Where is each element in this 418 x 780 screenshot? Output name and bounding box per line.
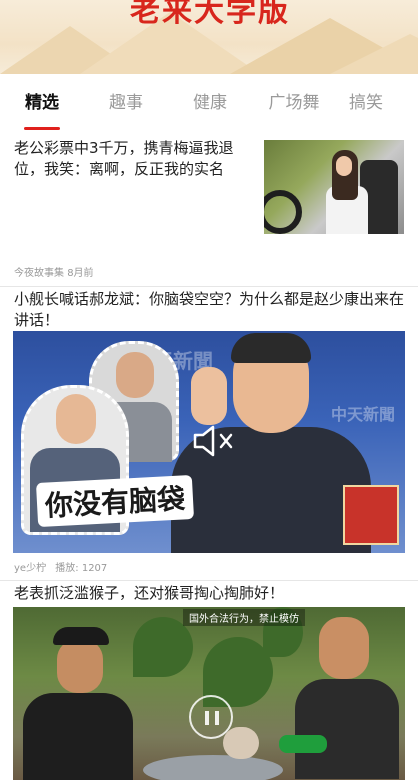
feed-item[interactable]: 小舰长喊话郝龙斌：你脑袋空空？为什么都是赵少康出来在讲话！ 中天新聞 中天新聞 … [0, 287, 418, 581]
man-shirt [295, 679, 399, 779]
tab-funny[interactable]: 搞笑 [336, 74, 396, 132]
speaker-hand [191, 367, 227, 425]
tab-label: 精选 [25, 93, 59, 113]
header-banner: 老来大学版 [0, 0, 418, 74]
monkey [223, 727, 259, 759]
cutout-head [116, 352, 154, 398]
banner-mountain [330, 34, 418, 74]
man-figure [23, 627, 133, 780]
tab-label: 搞笑 [349, 93, 383, 113]
speaker-muted-icon[interactable] [191, 421, 237, 461]
pause-bar [215, 711, 219, 725]
green-glove [279, 735, 327, 753]
video-player[interactable]: 国外合法行为，禁止模仿 [13, 607, 405, 780]
speaker-hair [231, 333, 311, 363]
feed-item-title[interactable]: 老表抓泛滥猴子，还对猴哥掏心掏肺好！ [14, 583, 406, 604]
tab-health[interactable]: 健康 [168, 74, 252, 132]
feed-item[interactable]: 老表抓泛滥猴子，还对猴哥掏心掏肺好！ 国外合法行为，禁止模仿 [0, 581, 418, 780]
video-caption: 你没有脑袋 [35, 474, 195, 528]
steering-wheel [264, 190, 302, 234]
active-tab-indicator [24, 127, 60, 130]
tab-label: 健康 [193, 93, 227, 113]
feed-item-meta: 今夜故事集 8月前 [14, 264, 94, 279]
tab-label: 趣事 [109, 93, 143, 113]
feed-item-title[interactable]: 小舰长喊话郝龙斌：你脑袋空空？为什么都是赵少康出来在讲话！ [14, 289, 406, 331]
feed-item-meta: ye少柠 播放: 1207 [14, 559, 107, 574]
foliage [133, 617, 193, 677]
video-player[interactable]: 中天新聞 中天新聞 你没有脑袋 [13, 331, 405, 553]
pause-icon[interactable] [189, 695, 233, 739]
cutout-head [56, 394, 96, 444]
category-tabs: 精选 趣事 健康 广场舞 搞笑 [0, 74, 418, 132]
source-name[interactable]: 今夜故事集 [14, 268, 64, 279]
safety-notice: 国外合法行为，禁止模仿 [183, 609, 305, 626]
woman-face [336, 156, 352, 176]
man-figure [291, 617, 403, 780]
feed-item[interactable]: 老公彩票中3千万，携青梅逼我退位，我笑：离啊，反正我的实名 今夜故事集 8月前 [0, 132, 418, 287]
woman-figure [326, 146, 368, 234]
man-shirt [23, 693, 133, 780]
man-cap [53, 627, 109, 645]
man-head [319, 617, 369, 679]
play-count-label: 播放: [55, 563, 79, 574]
tab-fun[interactable]: 趣事 [84, 74, 168, 132]
product-box [343, 485, 399, 545]
feed-item-title[interactable]: 老公彩票中3千万，携青梅逼我退位，我笑：离啊，反正我的实名 [14, 138, 254, 180]
man-head [57, 639, 103, 693]
metal-basin [143, 755, 283, 780]
pause-bar [205, 711, 209, 725]
tab-label: 广场舞 [268, 93, 320, 113]
tab-featured[interactable]: 精选 [0, 74, 84, 132]
banner-title: 老来大学版 [130, 0, 290, 29]
tab-square-dance[interactable]: 广场舞 [252, 74, 336, 132]
feed-item-thumbnail[interactable] [264, 140, 404, 234]
publish-time: 8月前 [67, 268, 94, 279]
author-name[interactable]: ye少柠 [14, 563, 46, 574]
play-count: 1207 [81, 563, 108, 574]
